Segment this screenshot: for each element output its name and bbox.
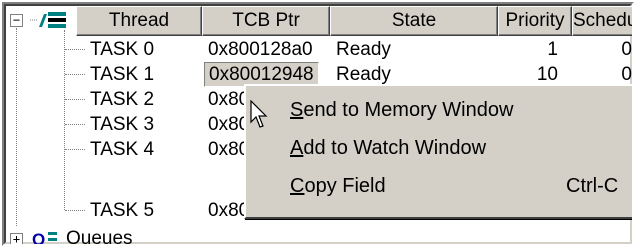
menu-item-copy-field[interactable]: Copy Field Ctrl-C — [246, 168, 632, 205]
table-row[interactable]: TASK 0 0x800128a0 Ready 1 0 — [4, 37, 632, 62]
menu-item-shortcut: Ctrl-C — [566, 175, 619, 197]
task-priority: 1 — [547, 39, 558, 60]
menu-item-label: Copy Field — [290, 175, 386, 197]
queue-icon: Q — [32, 230, 57, 246]
menu-item-label: Add to Watch Window — [290, 137, 487, 159]
column-scheduled[interactable]: Scheduled — [572, 6, 632, 36]
menu-item-add-to-watch-window[interactable]: Add to Watch Window — [246, 130, 632, 167]
queues-label[interactable]: Queues — [66, 226, 133, 244]
column-thread[interactable]: Thread — [76, 6, 202, 36]
task-scheduled: 0 — [621, 39, 632, 60]
svg-text:Q: Q — [32, 230, 45, 246]
task-name: TASK 2 — [90, 89, 155, 110]
task-name: TASK 0 — [90, 39, 155, 60]
task-tcb-ptr[interactable]: 0x800128a0 — [208, 37, 313, 62]
task-name: TASK 4 — [90, 139, 155, 160]
queues-expand-toggle[interactable]: + — [10, 233, 23, 244]
column-state[interactable]: State — [330, 6, 498, 36]
task-name: TASK 1 — [90, 64, 155, 85]
context-menu: Send to Memory Window Add to Watch Windo… — [244, 84, 632, 219]
task-name: TASK 5 — [90, 200, 155, 221]
task-state: Ready — [336, 39, 391, 60]
task-name: TASK 3 — [90, 114, 155, 135]
column-header: Thread TCB Ptr State Priority Scheduled — [4, 6, 632, 36]
menu-item-send-to-memory-window[interactable]: Send to Memory Window — [246, 92, 632, 129]
menu-item-label: Send to Memory Window — [290, 99, 514, 121]
rtos-object-browser: − Thread TCB Ptr State Priority Schedule… — [2, 2, 634, 246]
mouse-pointer-icon — [250, 100, 268, 128]
column-priority[interactable]: Priority — [498, 6, 572, 36]
column-tcb-ptr[interactable]: TCB Ptr — [202, 6, 330, 36]
